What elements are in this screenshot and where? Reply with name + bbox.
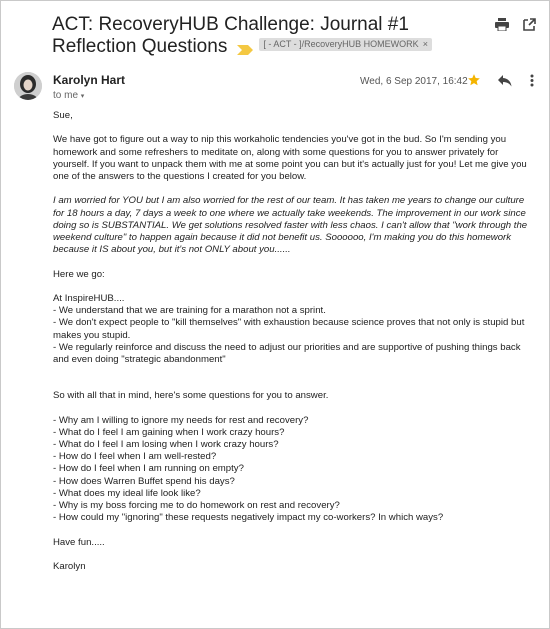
question-item: - What does my ideal life look like? [53, 487, 201, 499]
chevron-down-icon[interactable]: ▾ [81, 93, 85, 100]
greeting: Sue, [53, 110, 73, 121]
question-item: - How do I feel when I am running on emp… [53, 463, 244, 475]
questions-list: - Why am I willing to ignore my needs fo… [53, 415, 533, 525]
avatar[interactable] [14, 72, 42, 100]
closing: Have fun..... [53, 536, 105, 548]
email-subject: ACT: RecoveryHUB Challenge: Journal #1 R… [52, 14, 472, 58]
question-item: - What do I feel I am losing when I work… [53, 439, 279, 450]
recipient-text: to me [53, 90, 79, 101]
star-icon[interactable] [467, 73, 481, 92]
message-body: Sue, We have got to figure out a way to … [53, 110, 533, 585]
list-item: - We regularly reinforce and discuss the… [53, 341, 521, 365]
body-paragraph-5: So with all that in mind, here's some qu… [53, 390, 329, 402]
list-item: - We understand that we are training for… [53, 305, 326, 317]
signature: Karolyn [53, 561, 86, 572]
question-item: - How do I feel when I am well-rested? [53, 451, 217, 463]
body-paragraph-2: I am worried for YOU but I am also worri… [53, 195, 528, 256]
question-item: - Why am I willing to ignore my needs fo… [53, 414, 309, 426]
body-paragraph-1: We have got to figure out a way to nip t… [53, 134, 527, 182]
question-item: - What do I feel I am gaining when I wor… [53, 426, 285, 438]
thread-actions [485, 18, 536, 36]
message-actions [467, 73, 547, 92]
body-paragraph-3: Here we go: [53, 268, 105, 280]
label-chip[interactable]: [ - ACT - ]/RecoveryHUB HOMEWORK × [259, 38, 432, 52]
inspirehub-list: At InspireHUB.... - We understand that w… [53, 293, 533, 366]
label-remove-icon[interactable]: × [423, 39, 428, 49]
more-vert-icon[interactable] [530, 74, 534, 92]
label-chip-text: [ - ACT - ]/RecoveryHUB HOMEWORK [263, 39, 419, 50]
question-item: - How does Warren Buffet spend his days? [53, 475, 235, 487]
message-date: Wed, 6 Sep 2017, 16:42 [360, 76, 468, 87]
reply-icon[interactable] [498, 74, 512, 92]
question-item: - Why is my boss forcing me to do homewo… [53, 500, 340, 512]
open-in-new-icon[interactable] [523, 18, 536, 36]
recipient-line[interactable]: to me ▾ [53, 90, 84, 101]
sender-name[interactable]: Karolyn Hart [53, 73, 125, 87]
list-item: - We don't expect people to "kill themse… [53, 317, 525, 341]
question-item: - How could my "ignoring" these requests… [53, 512, 444, 524]
print-icon[interactable] [494, 18, 509, 36]
list-item: At InspireHUB.... [53, 292, 125, 304]
